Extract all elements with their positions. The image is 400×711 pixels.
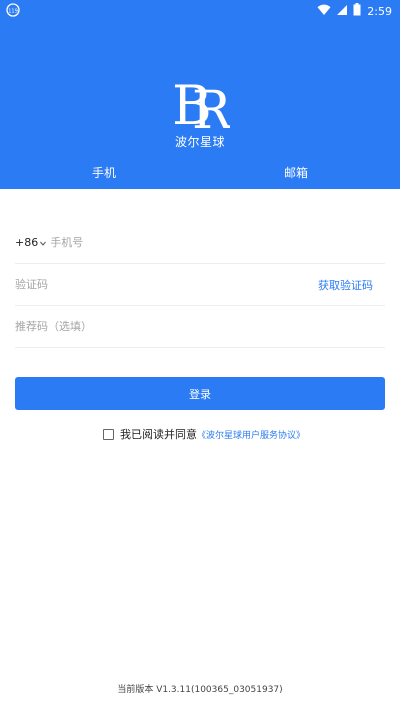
svg-text:119: 119 <box>8 9 18 15</box>
get-code-button[interactable]: 获取验证码 <box>318 277 373 293</box>
brand-logo: B R <box>170 70 233 141</box>
cellular-signal-icon <box>336 4 348 19</box>
battery-icon <box>353 3 361 19</box>
agreement-row: 我已阅读并同意 《波尔星球用户服务协议》 <box>103 426 305 442</box>
phone-row: +86 <box>15 222 385 264</box>
wifi-icon <box>317 4 331 19</box>
agreement-checkbox[interactable] <box>103 428 114 440</box>
tab-email[interactable]: 邮箱 <box>246 164 346 184</box>
status-icons: 2:59 <box>317 3 392 19</box>
status-bar: 119 2:59 <box>0 0 400 22</box>
code-row: 获取验证码 <box>15 264 385 306</box>
header: 119 2:59 B R 波尔星球 手机 邮箱 <box>0 0 400 189</box>
verification-code-input[interactable] <box>15 274 318 295</box>
svg-text:R: R <box>192 81 230 132</box>
referral-row <box>15 306 385 348</box>
tab-phone[interactable]: 手机 <box>54 164 154 184</box>
agreement-text: 我已阅读并同意 <box>120 428 197 441</box>
app-notification-icon: 119 <box>6 3 22 19</box>
user-agreement-link[interactable]: 《波尔星球用户服务协议》 <box>197 428 305 441</box>
country-code-selector[interactable]: +86 <box>15 236 47 249</box>
version-label: 当前版本 V1.3.11(100365_03051937) <box>117 685 283 695</box>
brand-name: 波尔星球 <box>174 135 225 149</box>
status-time: 2:59 <box>367 4 392 18</box>
login-button[interactable]: 登录 <box>15 377 385 410</box>
chevron-down-icon <box>40 236 47 249</box>
referral-code-input[interactable] <box>15 316 385 337</box>
country-code: +86 <box>15 236 39 249</box>
phone-input[interactable] <box>50 232 385 253</box>
